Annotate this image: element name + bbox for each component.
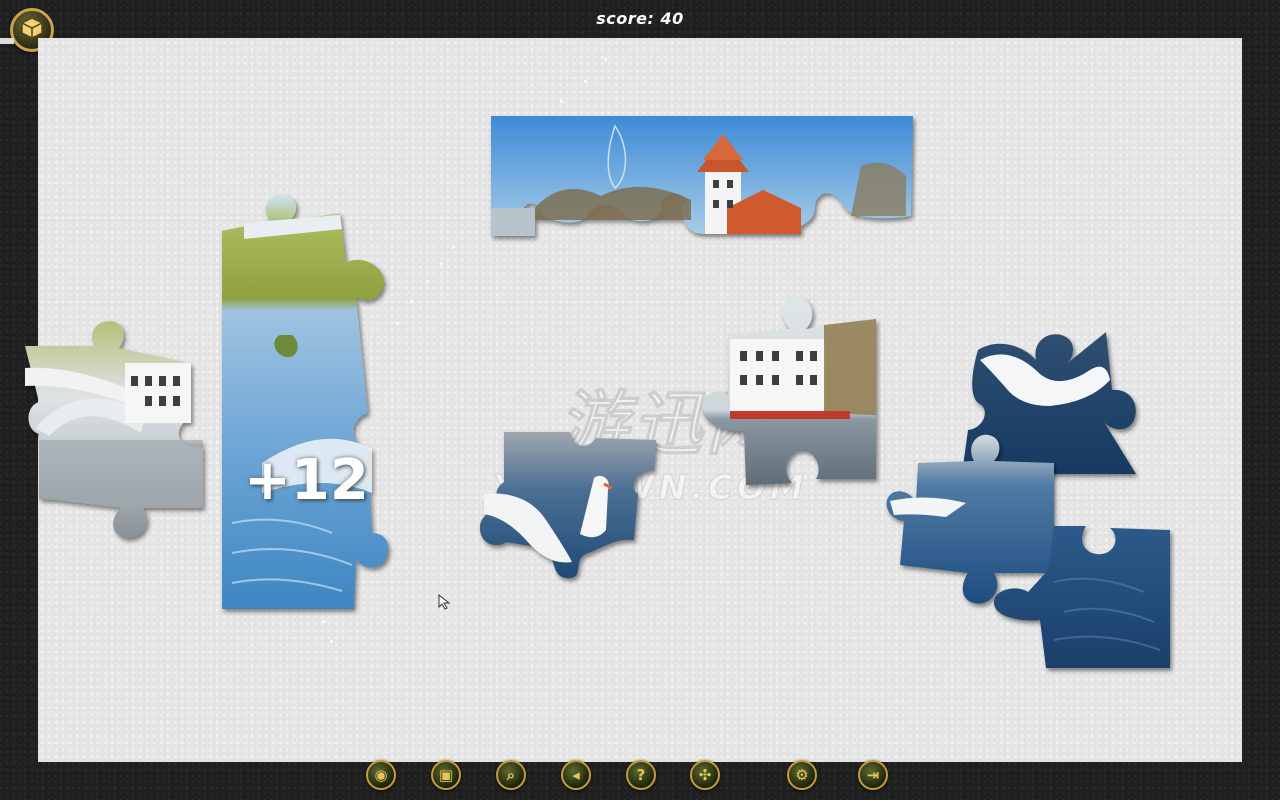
preview-eye-button[interactable]: ◉	[366, 760, 396, 790]
puzzle-piece-water-bottom[interactable]	[994, 522, 1174, 672]
sparkle	[410, 300, 413, 303]
back-arrow-icon: ◂	[572, 766, 580, 784]
sparkle	[604, 58, 607, 61]
show-picture-button[interactable]: ▣	[431, 760, 461, 790]
sparkle	[426, 280, 429, 283]
sparkle	[330, 640, 333, 643]
puzzle-piece-bridge[interactable]	[25, 318, 207, 542]
puzzle-piece-tower[interactable]	[491, 116, 915, 240]
bonus-points-popup: +12	[244, 448, 369, 513]
mouse-cursor-icon	[438, 593, 452, 614]
exit-button[interactable]: ⇥	[858, 760, 888, 790]
settings-gear-icon: ⚙	[795, 766, 809, 784]
sparkle	[560, 100, 563, 103]
magnifier-icon: ⌕	[506, 766, 516, 784]
menu-tab	[0, 38, 14, 44]
settings-button[interactable]: ⚙	[787, 760, 817, 790]
back-button[interactable]: ◂	[561, 760, 591, 790]
puzzle-piece-river[interactable]	[222, 193, 392, 613]
puzzle-piece-house[interactable]	[700, 295, 878, 489]
shuffle-pieces-icon: ✣	[698, 766, 712, 784]
preview-eye-icon: ◉	[374, 766, 388, 784]
puzzle-piece-swans[interactable]	[476, 430, 660, 582]
picture-icon: ▣	[438, 766, 454, 784]
top-bar: score: 40	[0, 0, 1280, 38]
sparkle	[440, 262, 443, 265]
sparkle	[322, 620, 325, 623]
zoom-button[interactable]: ⌕	[496, 760, 526, 790]
sparkle	[452, 246, 455, 249]
shuffle-pieces-button[interactable]: ✣	[690, 760, 720, 790]
help-button[interactable]: ?	[626, 760, 656, 790]
score-display: score: 40	[0, 9, 1280, 28]
score-value: 40	[660, 9, 684, 28]
exit-door-icon: ⇥	[866, 766, 880, 784]
sparkle	[396, 322, 399, 325]
score-label: score:	[596, 9, 655, 28]
sparkle	[584, 80, 587, 83]
help-icon: ?	[636, 766, 646, 784]
